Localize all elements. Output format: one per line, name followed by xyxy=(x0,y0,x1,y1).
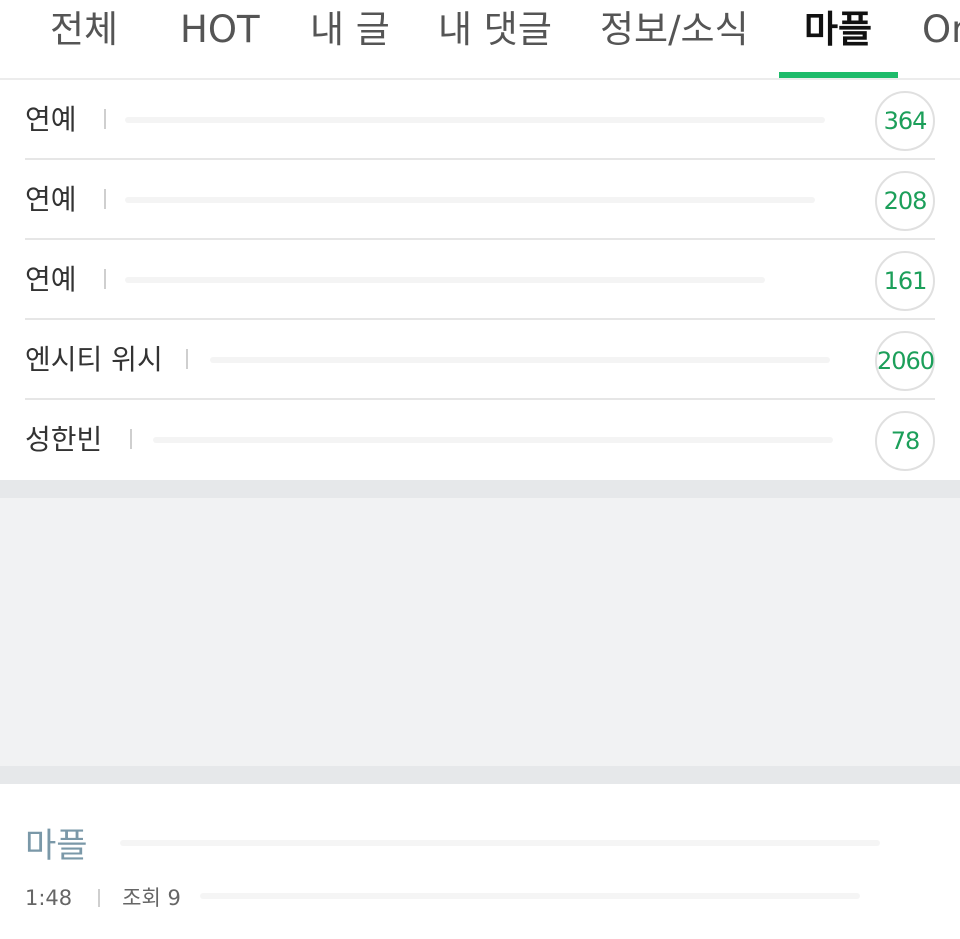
category-tab-bar: 전체 HOT 내 글 내 댓글 정보/소식 마플 On xyxy=(0,0,960,80)
list-item[interactable]: 성한빈 78 xyxy=(25,400,935,480)
section-divider xyxy=(0,766,960,784)
empty-panel xyxy=(0,498,960,766)
comment-count-badge: 2060 xyxy=(875,331,935,391)
active-tab-indicator xyxy=(779,72,898,78)
list-item-category: 성한빈 xyxy=(25,423,103,456)
post-meta: 1:48 조회 9 xyxy=(25,882,181,912)
blurred-post-meta xyxy=(200,893,860,899)
tab-info-news[interactable]: 정보/소식 xyxy=(600,0,749,78)
comment-count-badge: 78 xyxy=(875,411,935,471)
post-category-title[interactable]: 마플 xyxy=(25,818,88,867)
list-item-category: 엔시티 위시 xyxy=(25,343,163,376)
blurred-post-title xyxy=(120,840,880,846)
list-item-category: 연예 xyxy=(25,103,77,136)
tab-maple[interactable]: 마플 xyxy=(804,0,872,78)
post-item[interactable]: 마플 1:48 조회 9 xyxy=(0,784,960,939)
list-item-category: 연예 xyxy=(25,263,77,296)
comment-count-badge: 364 xyxy=(875,91,935,151)
list-item[interactable]: 연예 364 xyxy=(25,80,935,160)
separator xyxy=(98,889,101,907)
separator xyxy=(104,269,106,289)
separator xyxy=(186,349,188,369)
separator xyxy=(104,109,106,129)
tab-my-comments[interactable]: 내 댓글 xyxy=(438,0,552,78)
tab-my-posts[interactable]: 내 글 xyxy=(310,0,390,78)
comment-count-badge: 208 xyxy=(875,171,935,231)
blurred-title xyxy=(125,197,815,203)
post-time: 1:48 xyxy=(25,886,73,910)
comment-count-badge: 161 xyxy=(875,251,935,311)
post-views: 조회 9 xyxy=(122,886,181,910)
blurred-title xyxy=(153,437,833,443)
list-item[interactable]: 연예 208 xyxy=(25,160,935,240)
list-item-category: 연예 xyxy=(25,183,77,216)
tab-on[interactable]: On xyxy=(922,0,960,78)
blurred-title xyxy=(125,117,825,123)
blurred-title xyxy=(125,277,765,283)
list-item[interactable]: 연예 161 xyxy=(25,240,935,320)
separator xyxy=(130,429,132,449)
blurred-title xyxy=(210,357,830,363)
tab-hot[interactable]: HOT xyxy=(180,0,260,78)
tab-all[interactable]: 전체 xyxy=(50,0,118,78)
post-list: 연예 364 연예 208 연예 161 엔시티 위시 2060 성한빈 78 xyxy=(0,80,960,480)
section-divider xyxy=(0,480,960,498)
separator xyxy=(104,189,106,209)
list-item[interactable]: 엔시티 위시 2060 xyxy=(25,320,935,400)
